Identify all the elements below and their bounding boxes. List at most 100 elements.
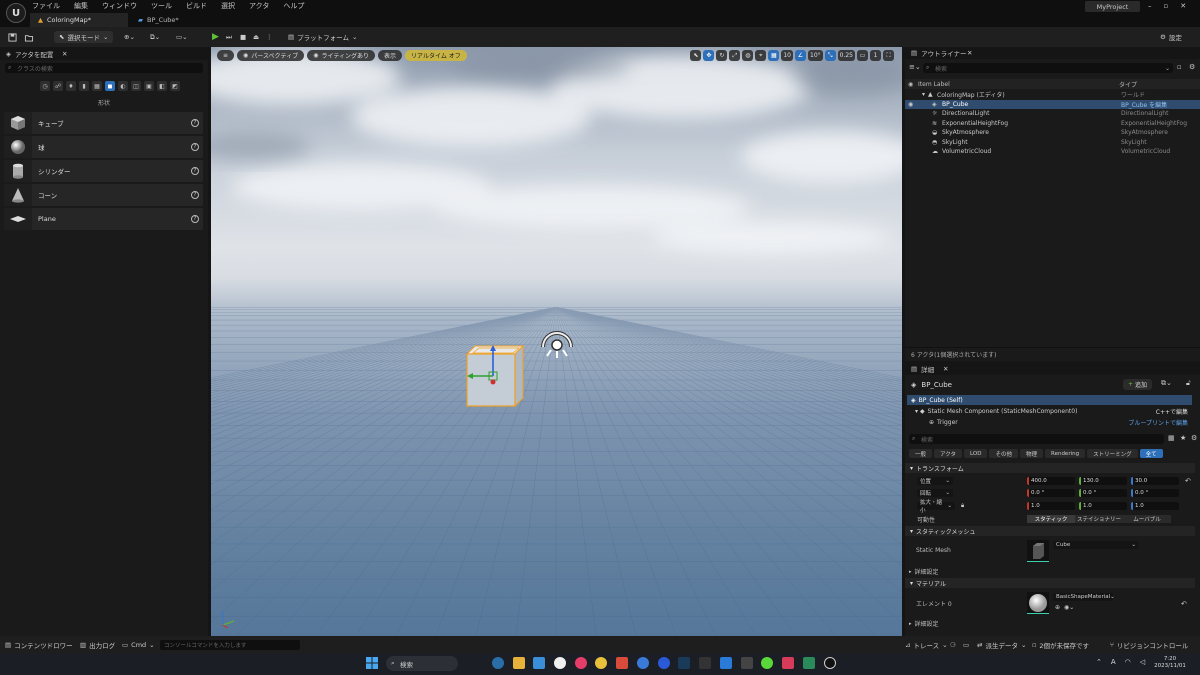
scale-lock-icon[interactable]: 🔒︎ xyxy=(961,502,964,510)
skylight-actor-icon[interactable] xyxy=(539,325,575,361)
show-button[interactable]: 表示 xyxy=(377,50,402,61)
close-tab-icon[interactable]: ✕ xyxy=(967,49,972,57)
component-row-self[interactable]: ◈ BP_Cube (Self) xyxy=(907,395,1192,405)
section-static-mesh[interactable]: ▾ スタティックメッシュ xyxy=(905,526,1195,536)
cmd-dropdown[interactable]: ▭ Cmd ⌄ xyxy=(122,636,155,653)
blueprint-options-icon[interactable]: ⧉⌄ xyxy=(1161,379,1172,388)
visual-effects-category-icon[interactable]: ▦ xyxy=(92,81,102,91)
windows-start-icon[interactable] xyxy=(366,657,378,669)
music-app-icon[interactable] xyxy=(575,657,587,669)
wifi-icon[interactable]: ◠ xyxy=(1125,658,1131,666)
grid-snap-icon[interactable]: ▦ xyxy=(768,50,780,61)
property-matrix-icon[interactable]: ▦ xyxy=(1168,434,1175,442)
class-search-input[interactable]: ⌕ クラスの検索 xyxy=(5,63,203,73)
trace-button[interactable]: ⊿ トレース ⌄ xyxy=(905,636,948,653)
chat-app-icon[interactable] xyxy=(554,657,566,669)
world-space-icon[interactable]: ◍ xyxy=(742,50,754,61)
unreal-logo-icon[interactable]: U xyxy=(6,3,26,23)
mobility-movable[interactable]: ムーバブル xyxy=(1123,515,1171,523)
stop-icon[interactable]: ■ xyxy=(240,31,246,43)
edit-in-blueprint-link[interactable]: ブループリントで編集 xyxy=(1128,418,1188,427)
steam-icon[interactable] xyxy=(678,657,690,669)
viewport-menu-icon[interactable]: ≡ xyxy=(217,50,235,61)
filter-physics[interactable]: 物理 xyxy=(1019,449,1043,458)
maximize-icon[interactable]: ▫ xyxy=(1164,2,1169,10)
maximize-viewport-icon[interactable]: ⛶ xyxy=(883,50,894,61)
static-mesh-advanced[interactable]: ▸ 詳細設定 xyxy=(909,567,939,577)
help-icon[interactable]: ? xyxy=(191,167,199,175)
level-viewport[interactable]: ≡ ◉ パースペクティブ ◉ ライティングあり 表示 リアルタイム オフ ⬉ ✥ ↻… xyxy=(211,47,902,636)
shape-item-cube[interactable]: キューブ ? xyxy=(4,112,203,134)
output-log-button[interactable]: ▥ 出力ログ xyxy=(80,636,115,653)
material-dropdown[interactable]: BasicShapeMaterial ⌄ xyxy=(1053,593,1115,601)
scale-snap-value[interactable]: 0.25 xyxy=(837,50,855,61)
grid-snap-value[interactable]: 10 xyxy=(781,50,793,61)
close-tab-icon[interactable]: ✕ xyxy=(62,50,67,58)
tab-coloringmap[interactable]: ▲ ColoringMap* xyxy=(30,13,128,27)
save-icon[interactable] xyxy=(8,31,17,43)
shape-item-plane[interactable]: Plane ? xyxy=(4,208,203,230)
location-dropdown[interactable]: 位置 ⌄ xyxy=(917,477,953,485)
realtime-off-badge[interactable]: リアルタイム オフ xyxy=(405,50,467,61)
scale-tool-icon[interactable]: ⤢ xyxy=(729,50,741,61)
rotation-snap-value[interactable]: 10° xyxy=(808,50,823,61)
app-icon-1[interactable] xyxy=(616,657,628,669)
location-z-field[interactable]: 30.0 xyxy=(1131,477,1179,485)
menu-actor[interactable]: アクタ xyxy=(249,1,269,11)
camera-speed-icon[interactable]: ▭ xyxy=(857,50,868,61)
filter-misc[interactable]: その他 xyxy=(989,449,1018,458)
outliner-row-height-fog[interactable]: ≋ ExponentialHeightFog ExponentialHeight… xyxy=(905,119,1200,129)
shape-item-cone[interactable]: コーン ? xyxy=(4,184,203,206)
more-options-icon[interactable]: ⋮ xyxy=(266,31,273,43)
menu-help[interactable]: ヘルプ xyxy=(283,1,304,11)
outliner-row-directional-light[interactable]: ☼ DirectionalLight DirectionalLight xyxy=(905,109,1200,119)
content-drawer-button[interactable]: ▤ コンテンツドロワー xyxy=(5,636,73,653)
more-category-icon[interactable]: ◩ xyxy=(170,81,180,91)
outliner-row-sky-atmosphere[interactable]: ◒ SkyAtmosphere SkyAtmosphere xyxy=(905,128,1200,138)
reset-arrow-icon[interactable]: ↶ xyxy=(1185,477,1191,485)
move-tool-icon[interactable]: ✥ xyxy=(703,50,715,61)
ime-icon[interactable]: A xyxy=(1111,658,1116,666)
shapes-category-icon[interactable]: ◼ xyxy=(105,81,115,91)
use-selected-icon[interactable]: ◉⌄ xyxy=(1064,604,1074,611)
notification-icon[interactable]: ⚆ xyxy=(950,636,956,653)
visibility-eye-icon[interactable]: ◉ xyxy=(908,101,913,108)
unsaved-button[interactable]: ▫ 2個が未保存です xyxy=(1032,636,1089,653)
play-button[interactable]: ▶ xyxy=(212,31,219,43)
lock-icon[interactable]: 🔓︎ xyxy=(1186,379,1191,388)
bsp-category-icon[interactable]: ◧ xyxy=(157,81,167,91)
app-icon-8[interactable] xyxy=(803,657,815,669)
help-icon[interactable]: ? xyxy=(191,119,199,127)
settings-gear-icon[interactable]: ⚙ xyxy=(1191,434,1197,442)
section-materials[interactable]: ▾ マテリアル xyxy=(905,578,1195,588)
app-icon-6[interactable] xyxy=(761,657,773,669)
help-icon[interactable]: ? xyxy=(191,143,199,151)
filter-icon[interactable]: ≡⌄ xyxy=(909,63,921,71)
rotation-dropdown[interactable]: 回転 ⌄ xyxy=(917,489,953,497)
recent-category-icon[interactable]: ◷ xyxy=(40,81,50,91)
rotation-y-field[interactable]: 0.0 ° xyxy=(1079,489,1127,497)
shape-item-cylinder[interactable]: シリンダー ? xyxy=(4,160,203,182)
app-icon-5[interactable] xyxy=(741,657,753,669)
app-icon-3[interactable] xyxy=(658,657,670,669)
favorite-star-icon[interactable]: ★ xyxy=(1180,434,1186,442)
file-explorer-icon[interactable] xyxy=(513,657,525,669)
filter-lod[interactable]: LOD xyxy=(964,449,988,458)
volume-icon[interactable]: ◁ xyxy=(1140,658,1145,666)
shape-item-sphere[interactable]: 球 ? xyxy=(4,136,203,158)
outliner-row-bp-cube[interactable]: ◉ ◈ BP_Cube BP_Cube を編集 xyxy=(905,99,1200,109)
row-type-link[interactable]: BP_Cube を編集 xyxy=(1121,100,1167,109)
expand-arrow-icon[interactable]: ▾ xyxy=(915,408,918,415)
filter-streaming[interactable]: ストリーミング xyxy=(1087,449,1138,458)
revision-control-button[interactable]: ⑂ リビジョンコントロール xyxy=(1110,636,1188,653)
geometry-category-icon[interactable]: ◐ xyxy=(118,81,128,91)
outliner-row-volumetric-cloud[interactable]: ☁ VolumetricCloud VolumetricCloud xyxy=(905,147,1200,157)
menu-tools[interactable]: ツール xyxy=(151,1,172,11)
rotate-tool-icon[interactable]: ↻ xyxy=(716,50,728,61)
eject-icon[interactable]: ⏏ xyxy=(253,31,259,43)
filter-general[interactable]: 一般 xyxy=(909,449,933,458)
unreal-engine-taskbar-icon[interactable] xyxy=(824,657,836,669)
surface-snap-icon[interactable]: ⌖ xyxy=(755,50,767,61)
add-folder-icon[interactable]: ▫ xyxy=(1177,63,1182,71)
scale-z-field[interactable]: 1.0 xyxy=(1131,502,1179,510)
